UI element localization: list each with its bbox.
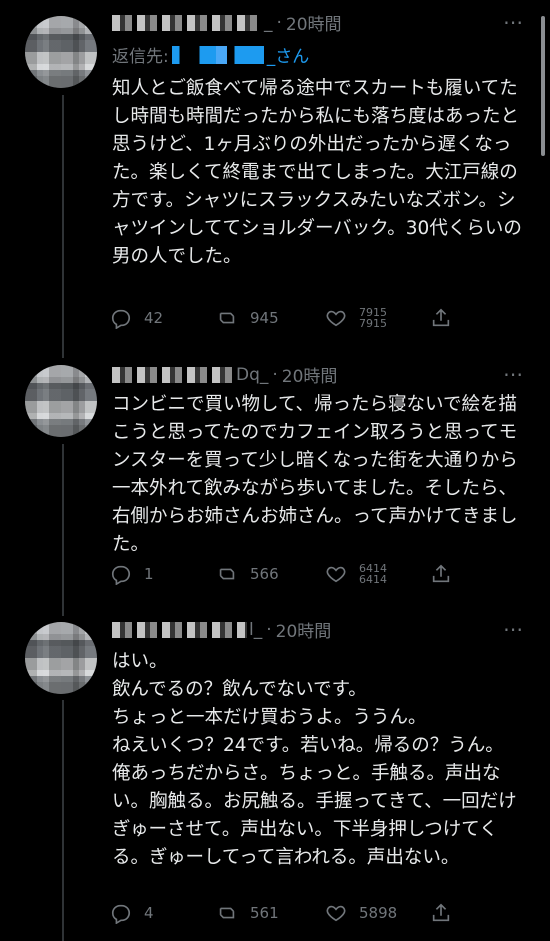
share-icon <box>432 564 450 583</box>
display-name-redacted[interactable] <box>112 14 262 31</box>
reply-count: 1 <box>144 565 154 583</box>
handle[interactable]: l_ <box>249 620 262 640</box>
retweet-button[interactable]: 561 <box>216 902 279 924</box>
like-count: 5898 <box>359 904 398 922</box>
reply-button[interactable]: 42 <box>110 307 163 329</box>
reply-count: 4 <box>144 904 154 922</box>
separator-dot: · <box>276 12 282 33</box>
avatar[interactable] <box>25 365 97 437</box>
tweet[interactable]: _ · 20時間 ⋯ 返信先: _さん 知人とご飯食べて帰る途中でスカートも履い… <box>0 0 550 355</box>
reply-mention[interactable]: _さん <box>267 42 310 67</box>
tweet-actions: 42 945 7915 7915 <box>110 307 460 331</box>
avatar[interactable] <box>25 622 97 694</box>
reply-icon <box>111 309 131 329</box>
reply-button[interactable]: 4 <box>110 902 154 924</box>
like-button[interactable]: 7915 7915 <box>325 307 387 329</box>
tweet-header: Dq_ · 20時間 <box>112 362 337 387</box>
retweet-icon <box>219 568 235 580</box>
reply-to-line: 返信先: _さん <box>112 42 309 67</box>
reply-to-label: 返信先: <box>112 47 169 67</box>
retweet-button[interactable]: 566 <box>216 563 279 585</box>
like-count: 6414 6414 <box>359 562 387 586</box>
tweet-actions: 4 561 5898 <box>110 902 460 926</box>
like-button[interactable]: 5898 <box>325 902 397 924</box>
like-icon <box>326 310 346 327</box>
tweet-text: 知人とご飯食べて帰る途中でスカートも履いてたし時間も時間だったから私にも落ち度は… <box>112 78 522 267</box>
more-icon[interactable]: ⋯ <box>503 10 524 34</box>
more-icon[interactable]: ⋯ <box>503 617 524 641</box>
retweet-count: 566 <box>250 565 279 583</box>
like-icon <box>326 566 346 583</box>
display-name-redacted[interactable] <box>112 366 234 383</box>
reply-count: 42 <box>144 309 164 327</box>
like-count: 7915 7915 <box>359 306 387 330</box>
reply-button[interactable]: 1 <box>110 563 154 585</box>
share-button[interactable] <box>430 307 452 329</box>
tweet-text: はい。 飲んでるの？飲んでないです。 ちょっと一本だけ買おうよ。ううん。 ねえい… <box>112 651 517 868</box>
tweet-actions: 1 566 6414 6414 <box>110 563 460 587</box>
retweet-icon <box>219 907 235 919</box>
tweet-text: コンビニで買い物して、帰ったら寝ないで絵を描こうと思ってたのでカフェイン取ろうと… <box>112 394 518 555</box>
like-icon <box>326 905 346 922</box>
share-button[interactable] <box>430 902 452 924</box>
timestamp[interactable]: 20時間 <box>276 617 332 642</box>
like-button[interactable]: 6414 6414 <box>325 563 387 585</box>
reply-icon <box>111 904 131 924</box>
separator-dot: · <box>272 364 278 385</box>
retweet-icon <box>219 312 235 324</box>
tweet-header: l_ · 20時間 <box>112 617 331 642</box>
share-button[interactable] <box>430 563 452 585</box>
handle[interactable]: _ <box>264 13 273 33</box>
timestamp[interactable]: 20時間 <box>286 10 342 35</box>
retweet-count: 945 <box>250 309 279 327</box>
reply-mention-redacted[interactable] <box>171 45 264 64</box>
timestamp[interactable]: 20時間 <box>282 362 338 387</box>
retweet-button[interactable]: 945 <box>216 307 279 329</box>
share-icon <box>432 308 450 327</box>
retweet-count: 561 <box>250 904 279 922</box>
separator-dot: · <box>266 619 272 640</box>
tweet[interactable]: l_ · 20時間 ⋯ はい。 飲んでるの？飲んでないです。 ちょっと一本だけ買… <box>0 610 550 941</box>
reply-icon <box>111 565 131 585</box>
tweet[interactable]: Dq_ · 20時間 ⋯ コンビニで買い物して、帰ったら寝ないで絵を描こうと思っ… <box>0 355 550 610</box>
display-name-redacted[interactable] <box>112 621 247 638</box>
handle[interactable]: Dq_ <box>236 365 268 385</box>
more-icon[interactable]: ⋯ <box>503 362 524 386</box>
tweet-header: _ · 20時間 <box>112 10 342 35</box>
avatar[interactable] <box>25 16 97 88</box>
share-icon <box>432 903 450 922</box>
